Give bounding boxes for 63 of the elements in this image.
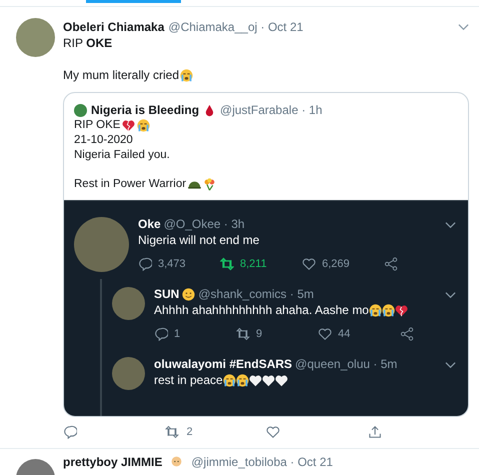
reply-icon[interactable] [138,257,152,271]
smiling-face-icon [182,288,196,301]
caret-icon[interactable] [445,360,456,368]
avatar[interactable] [112,287,145,320]
reply-text: Ahhhh ahahhhhhhhhh ahaha. Aashe mo [154,302,369,319]
tweet-text: RIP OKE [63,35,112,51]
author-handle: @justFarabale · 1h [220,103,322,117]
caret-icon[interactable] [458,23,469,31]
tweet-text: My mum literally cried [63,67,180,83]
baby-icon [170,455,184,468]
share-icon[interactable] [368,425,382,439]
author-handle: @queen_oluu · 5m [295,357,398,372]
crying-face-icon [236,374,249,387]
author-name[interactable]: Oke [138,217,161,232]
like-icon[interactable] [318,327,332,341]
heart-icon [262,374,275,387]
retweet-icon[interactable] [220,257,234,271]
like-count: 44 [338,328,350,340]
crying-face-icon [382,304,395,317]
avatar[interactable] [74,104,87,116]
heart-icon [248,374,262,387]
bouquet-icon [203,178,216,191]
avatar[interactable] [112,357,145,390]
heart-icon [274,374,288,387]
avatar[interactable] [16,18,55,57]
broken-heart-icon [394,304,408,317]
reply-icon[interactable] [154,327,168,341]
broken-heart-icon [122,119,136,132]
like-count: 6,269 [322,258,350,270]
author-handle: @O_Okee · 3h [164,217,245,232]
crying-face-icon [137,119,150,132]
author-name[interactable]: oluwalayomi #EndSARS [154,357,292,372]
author-handle: @jimmie_tobiloba · Oct 21 [191,455,333,469]
crying-face-icon [180,68,194,82]
quoted-tweet[interactable] [63,92,469,417]
caret-icon[interactable] [445,290,456,298]
author-handle: @shank_comics · 5m [198,287,314,302]
share-icon[interactable] [384,257,398,271]
reply-text: rest in peace [154,372,223,389]
author-name[interactable]: prettyboy JIMMIE [63,455,162,469]
reply-icon[interactable] [63,425,77,439]
tweet-text: Rest in Power Warrior [74,177,186,192]
retweet-count: 2 [186,426,193,438]
like-icon[interactable] [266,425,280,439]
reply-text: Nigeria will not end me [138,232,260,249]
reply-count: 3,473 [158,258,186,270]
author-name[interactable]: Obeleri Chiamaka [63,20,164,34]
retweet-icon[interactable] [164,425,178,439]
retweet-count: 9 [256,328,262,340]
crying-face-icon [222,374,236,387]
retweet-icon[interactable] [236,327,250,341]
caret-icon[interactable] [445,220,456,228]
author-name[interactable]: SUN [154,287,180,302]
share-icon[interactable] [400,327,414,341]
like-icon[interactable] [302,257,316,271]
tweet-text: Nigeria Failed you. [74,148,170,163]
author-handle: @Chiamaka__oj · Oct 21 [168,20,304,34]
crying-face-icon [368,304,382,317]
reply-count: 1 [174,328,180,340]
tweet-text: RIP OKE [74,118,120,133]
author-name[interactable]: Nigeria is Bleeding [91,103,200,117]
tweet-text: 21-10-2020 [74,133,133,148]
retweet-count: 8,211 [240,258,267,270]
